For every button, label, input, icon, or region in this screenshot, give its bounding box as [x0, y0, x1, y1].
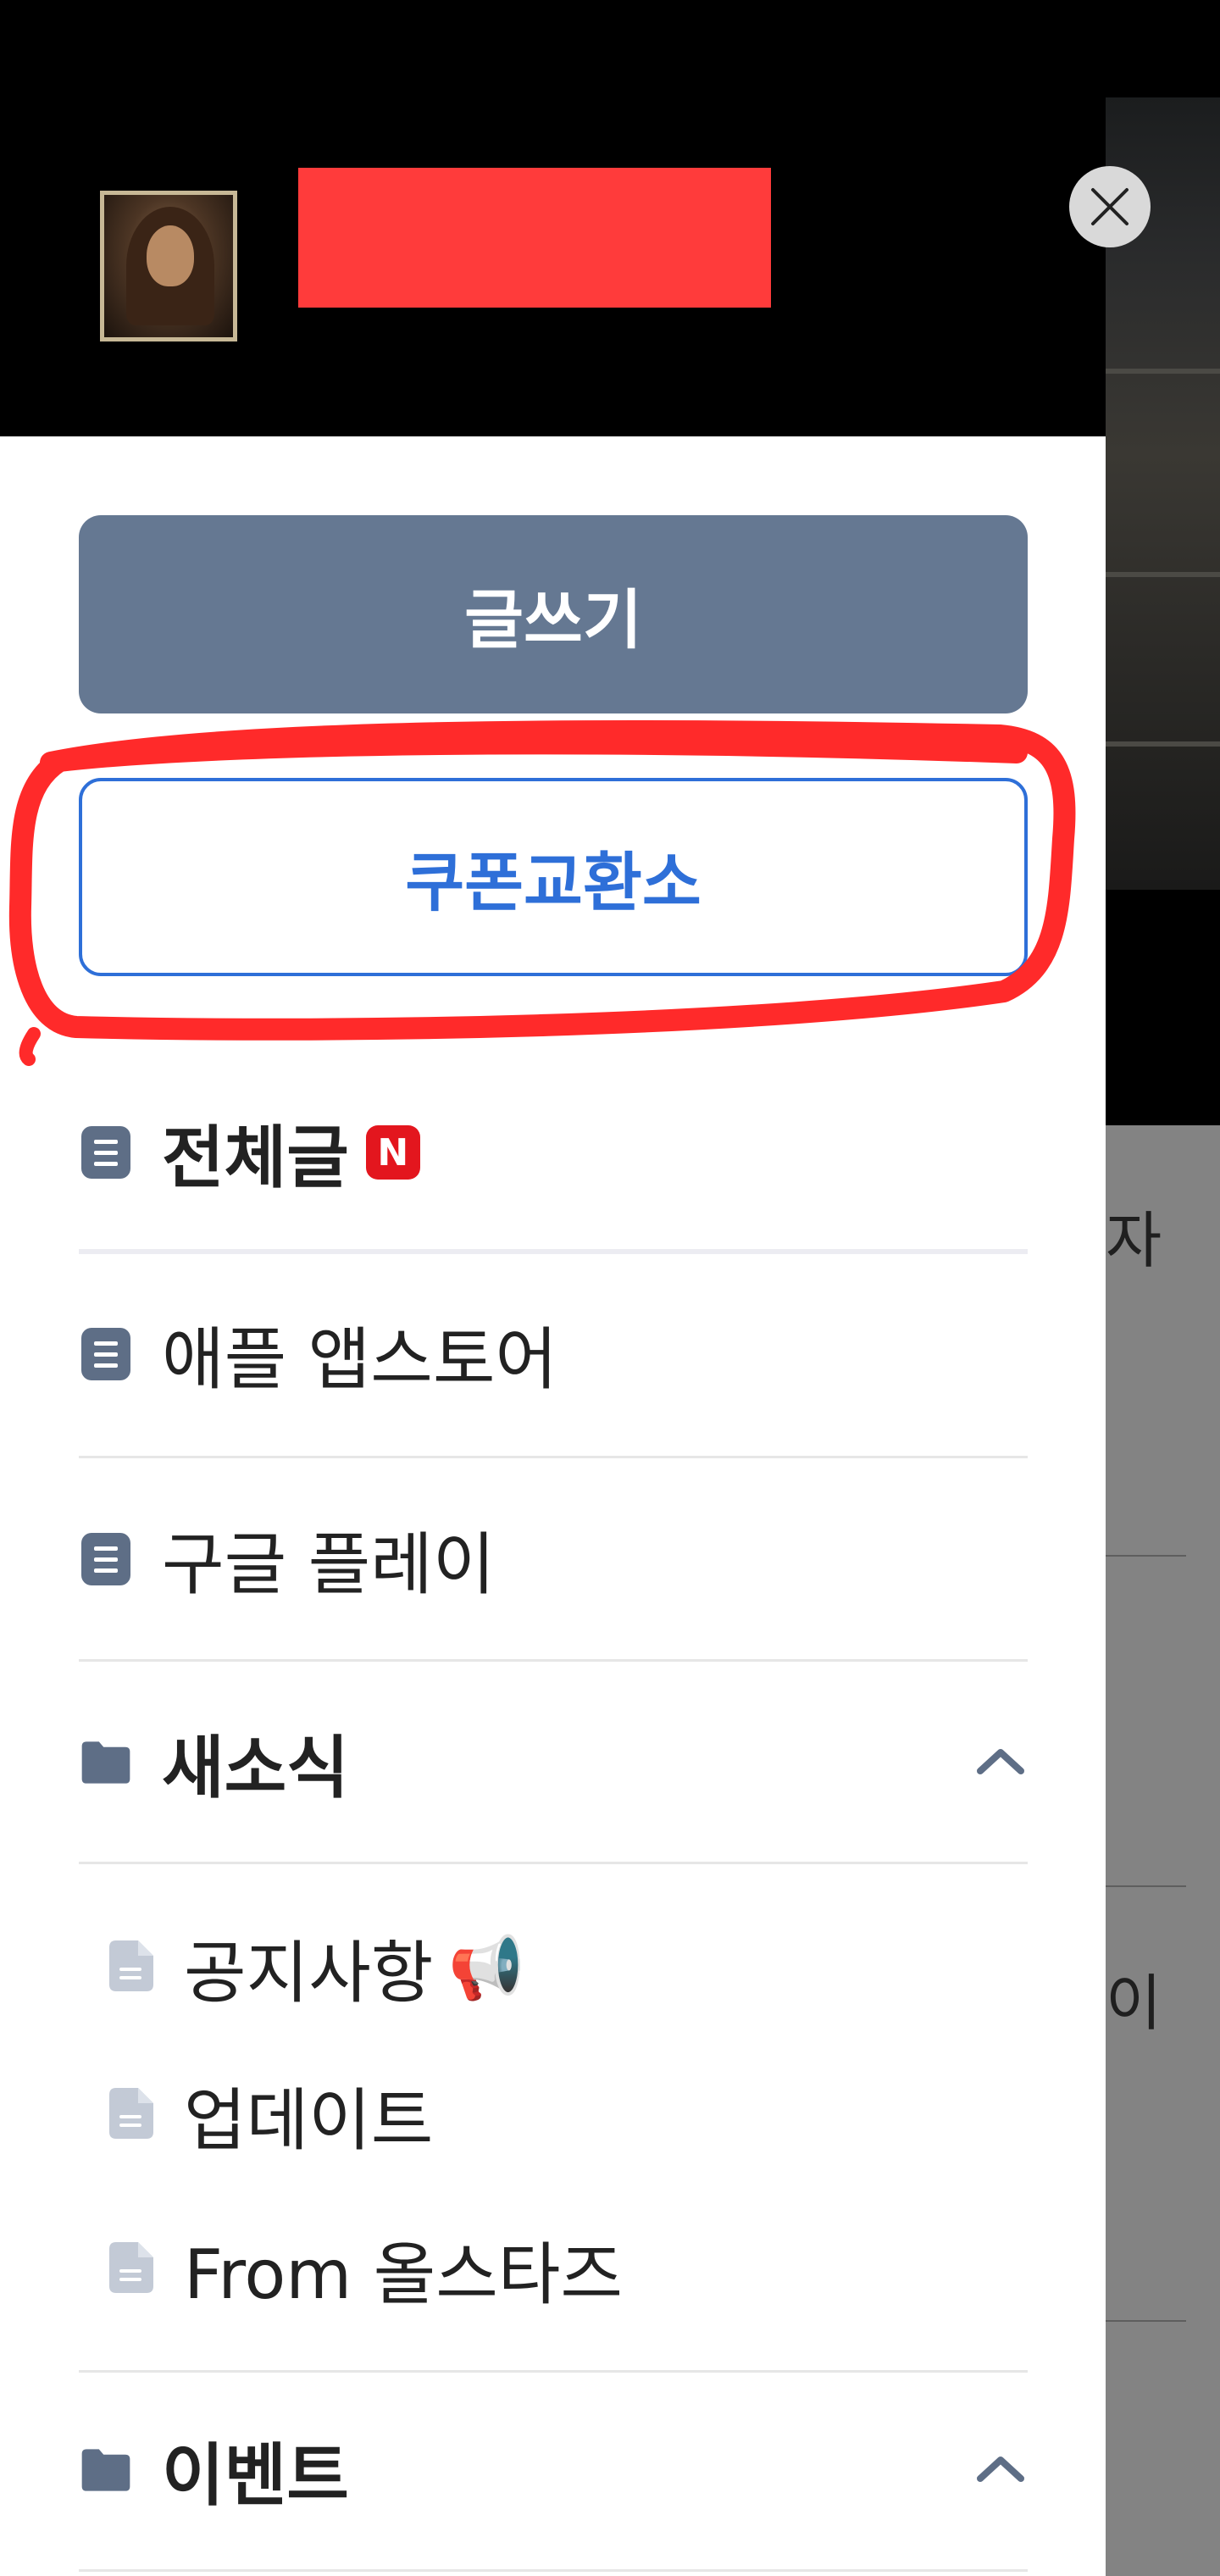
background-divider: [1106, 1885, 1186, 1887]
chevron-up-icon: [977, 1749, 1024, 1774]
side-drawer: 글쓰기 쿠폰교환소 전체글 N 애플 앱스토어 구글 플레이 새소식 공지사항 …: [0, 0, 1151, 2576]
menu-item-label: 애플 앱스토어: [162, 1320, 558, 1399]
document-icon: [79, 1324, 133, 1384]
document-icon: [79, 1123, 133, 1182]
background-image-detail: [1106, 741, 1220, 747]
menu-item-google-play[interactable]: 구글 플레이: [79, 1517, 1028, 1604]
submenu-item-update[interactable]: 업데이트: [106, 2073, 433, 2160]
menu-folder-news[interactable]: 새소식: [79, 1720, 1028, 1807]
background-image-detail: [1106, 572, 1220, 577]
background-divider: [1106, 2320, 1186, 2322]
background-image-detail: [1106, 369, 1220, 374]
submenu-item-label: 업데이트: [184, 2081, 434, 2160]
submenu-item-notice[interactable]: 공지사항 📢: [106, 1925, 525, 2012]
menu-folder-label: 새소식: [162, 1729, 349, 1807]
coupon-exchange-button[interactable]: 쿠폰교환소: [79, 778, 1028, 976]
megaphone-icon: 📢: [448, 1931, 525, 2003]
background-text: 자: [1106, 1205, 1162, 1276]
close-icon: [1091, 188, 1128, 225]
submenu-item-from-allstars[interactable]: From 올스타즈: [106, 2227, 623, 2314]
menu-folder-events[interactable]: 이벤트: [79, 2428, 1028, 2515]
background-divider: [1106, 1555, 1186, 1557]
menu-item-label: 전체글: [162, 1119, 349, 1197]
collapse-button[interactable]: [973, 1744, 1028, 1781]
document-icon: [106, 2086, 157, 2144]
chevron-up-icon: [977, 2457, 1024, 2482]
new-badge: N: [365, 1125, 420, 1180]
divider: [79, 1456, 1028, 1458]
submenu-item-label: 공지사항: [184, 1934, 434, 2012]
menu-folder-label: 이벤트: [162, 2436, 349, 2515]
close-button[interactable]: [1069, 166, 1151, 247]
menu-item-apple-app-store[interactable]: 애플 앱스토어: [79, 1312, 1028, 1399]
submenu-item-label: From 올스타즈: [184, 2235, 624, 2314]
redacted-username: [298, 168, 771, 308]
divider: [79, 1659, 1028, 1662]
menu-item-label: 구글 플레이: [162, 1525, 496, 1604]
document-icon: [106, 2240, 157, 2298]
write-button[interactable]: 글쓰기: [79, 515, 1028, 713]
avatar[interactable]: [100, 191, 237, 341]
background-page: 자 이: [1106, 0, 1220, 2576]
divider: [79, 2569, 1028, 2572]
divider: [79, 1249, 1028, 1254]
drawer-header: [0, 0, 1151, 436]
divider: [79, 2370, 1028, 2373]
divider: [79, 1862, 1028, 1864]
avatar-face: [147, 225, 194, 286]
collapse-button[interactable]: [973, 2451, 1028, 2489]
folder-icon: [79, 1733, 133, 1792]
menu-item-all-posts[interactable]: 전체글 N: [79, 1110, 1028, 1197]
background-text: 이: [1106, 1968, 1162, 2039]
document-icon: [79, 1530, 133, 1589]
folder-icon: [79, 2440, 133, 2500]
document-icon: [106, 1939, 157, 1996]
